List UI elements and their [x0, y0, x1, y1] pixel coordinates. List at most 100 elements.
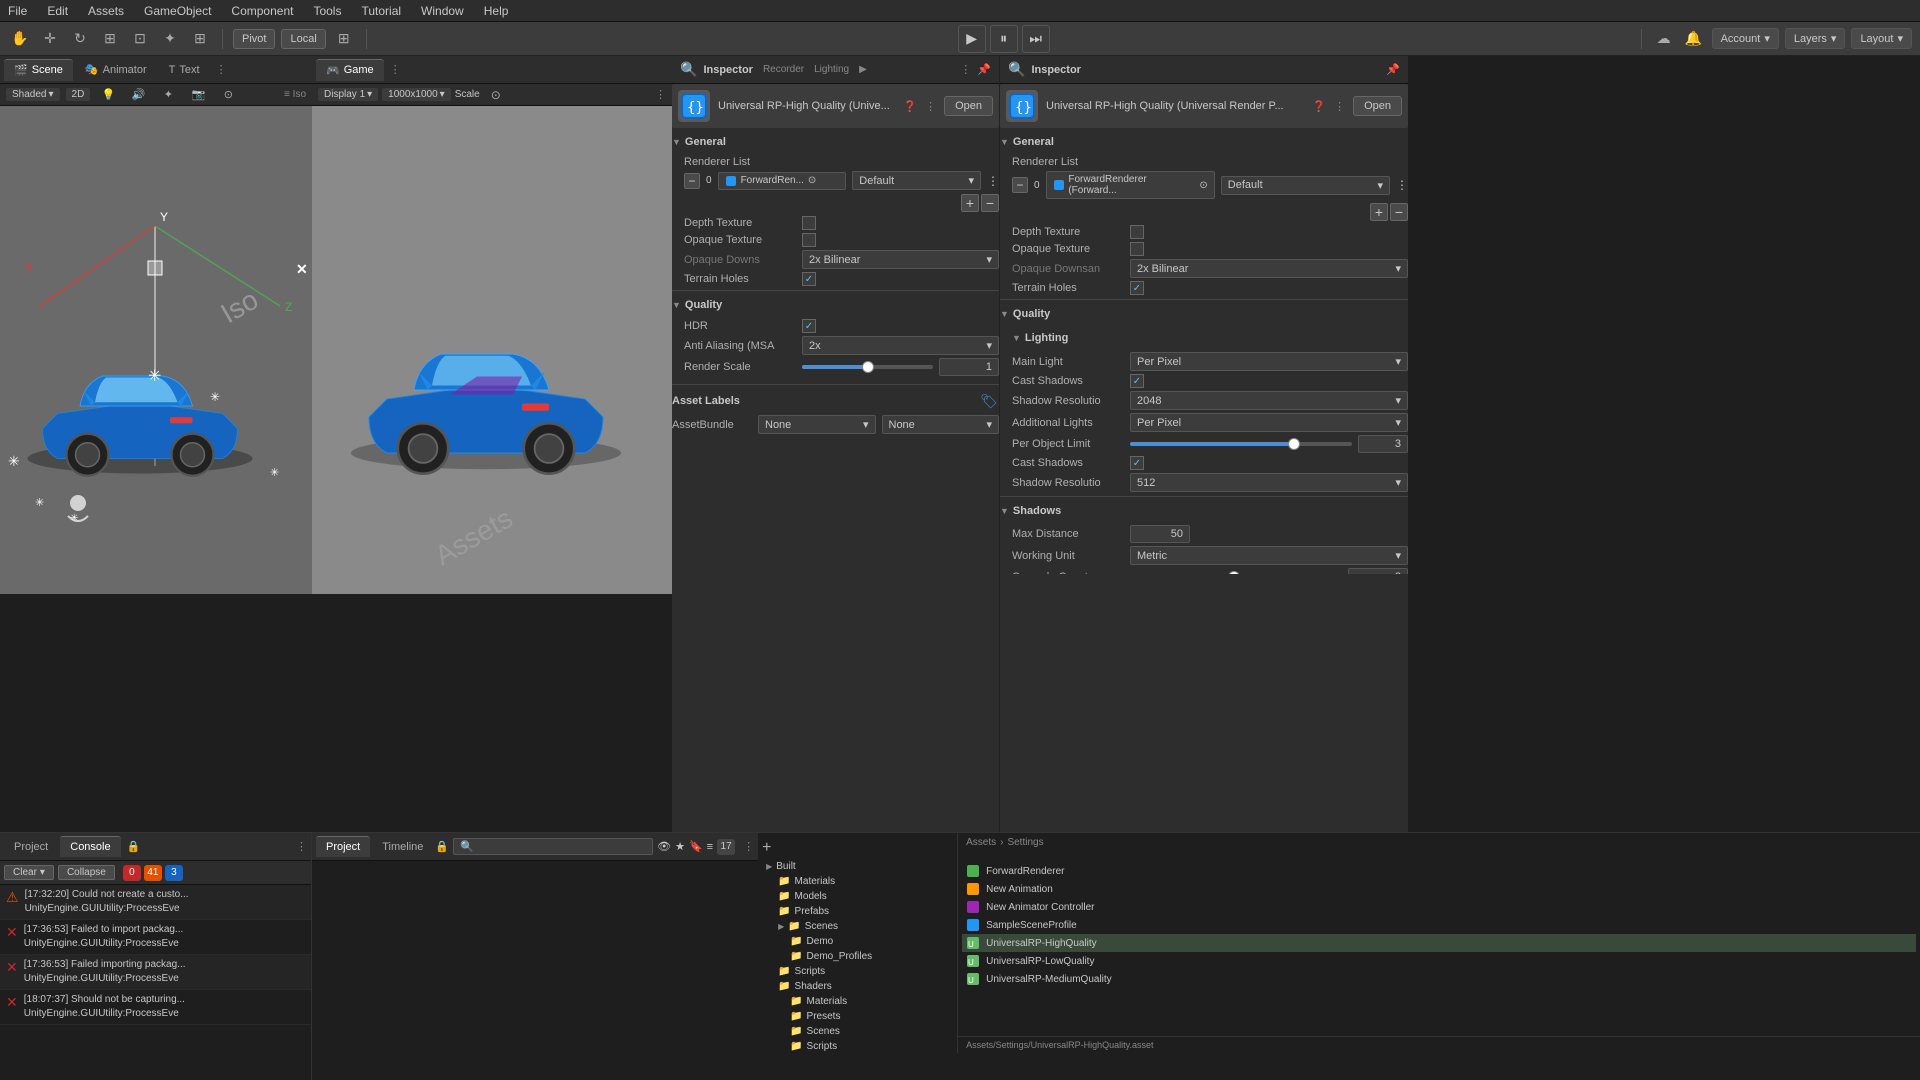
right-general-section[interactable]: ▼ General [1000, 132, 1408, 152]
step-button[interactable]: ⏭ [1022, 25, 1050, 53]
breadcrumb-assets[interactable]: Assets [966, 837, 996, 848]
tree-materials-2[interactable]: 📁 Materials [762, 994, 953, 1009]
left-quality-section[interactable]: ▼ Quality [672, 295, 999, 315]
game-more-icon[interactable]: ⋮ [390, 63, 401, 76]
menu-window[interactable]: Window [417, 2, 468, 20]
right-renderer-target-icon[interactable]: ⊙ [1199, 180, 1207, 191]
menu-file[interactable]: File [4, 2, 31, 20]
account-dropdown[interactable]: Account ▾ [1712, 28, 1779, 49]
left-renderer-minus[interactable]: − [684, 173, 700, 189]
eye-icon[interactable]: 👁 [657, 840, 671, 853]
right-cast-shadows2-checkbox[interactable] [1130, 456, 1144, 470]
gizmo-icon[interactable]: ⊙ [216, 83, 240, 107]
pin-icon[interactable]: 📌 [977, 63, 991, 76]
tab-console[interactable]: Console [60, 836, 120, 857]
list-icon[interactable]: ≡ [707, 841, 713, 853]
resolution-dropdown[interactable]: 1000x1000 ▾ [382, 88, 451, 101]
display-dropdown[interactable]: Display 1 ▾ [318, 88, 378, 101]
rect-tool-icon[interactable]: ⊡ [128, 27, 152, 51]
right-remove-renderer-button[interactable]: − [1390, 203, 1408, 221]
right-cascade-thumb[interactable] [1228, 571, 1240, 574]
left-general-section[interactable]: ▼ General [672, 132, 999, 152]
left-insp-more[interactable]: ⋮ [960, 63, 971, 76]
menu-edit[interactable]: Edit [43, 2, 72, 20]
collapse-button[interactable]: Collapse [58, 865, 115, 880]
left-open-button[interactable]: Open [944, 96, 993, 116]
rotate-tool-icon[interactable]: ↻ [68, 27, 92, 51]
fx-icon[interactable]: ✦ [156, 83, 180, 107]
right-terrain-holes-checkbox[interactable] [1130, 281, 1144, 295]
right-opaque-down-dropdown[interactable]: 2x Bilinear ▾ [1130, 259, 1408, 278]
collab-icon[interactable]: 🔔 [1682, 27, 1706, 51]
right-open-button[interactable]: Open [1353, 96, 1402, 116]
right-cast-shadows-checkbox[interactable] [1130, 374, 1144, 388]
left-hdr-checkbox[interactable] [802, 319, 816, 333]
right-per-object-value[interactable] [1358, 435, 1408, 453]
tree-scenes[interactable]: ▶ 📁 Scenes [762, 919, 953, 934]
pivot-button[interactable]: Pivot [233, 29, 275, 49]
tree-demo[interactable]: 📁 Demo [762, 934, 953, 949]
right-depth-texture-checkbox[interactable] [1130, 225, 1144, 239]
asset-item-1[interactable]: New Animation [962, 880, 1916, 898]
tree-scripts[interactable]: 📁 Scripts [762, 964, 953, 979]
asset-item-2[interactable]: New Animator Controller [962, 898, 1916, 916]
light-scene-icon[interactable]: 💡 [96, 83, 120, 107]
asset-item-5[interactable]: U UniversalRP-LowQuality [962, 952, 1916, 970]
tree-demo-profiles[interactable]: 📁 Demo_Profiles [762, 949, 953, 964]
left-render-scale-thumb[interactable] [862, 361, 874, 373]
asset-item-4[interactable]: U UniversalRP-HighQuality [962, 934, 1916, 952]
console-msg-1[interactable]: ✕ [17:36:53] Failed to import packag... … [0, 920, 311, 955]
tree-scripts-2[interactable]: 📁 Scripts [762, 1039, 953, 1053]
tab-project-main[interactable]: Project [316, 836, 370, 857]
right-working-unit-dropdown[interactable]: Metric ▾ [1130, 546, 1408, 565]
console-more-icon[interactable]: ⋮ [296, 840, 307, 853]
right-lighting-section[interactable]: ▼ Lighting [1000, 328, 1408, 348]
hand-tool-icon[interactable]: ✋ [8, 27, 32, 51]
right-per-object-slider[interactable] [1130, 442, 1352, 446]
tab-timeline[interactable]: Timeline [372, 837, 433, 857]
left-opaque-down-dropdown[interactable]: 2x Bilinear ▾ [802, 250, 999, 269]
menu-tools[interactable]: Tools [309, 2, 345, 20]
right-additional-lights-dropdown[interactable]: Per Pixel ▾ [1130, 413, 1408, 432]
clear-button[interactable]: Clear ▾ [4, 865, 54, 880]
layout-dropdown[interactable]: Layout ▾ [1851, 28, 1912, 49]
2d-button[interactable]: 2D [66, 88, 91, 101]
right-per-object-thumb[interactable] [1288, 438, 1300, 450]
right-renderer-default-dropdown[interactable]: Default ▾ [1221, 176, 1390, 195]
game-more-btn[interactable]: ⋮ [655, 88, 666, 101]
right-quality-section[interactable]: ▼ Quality [1000, 304, 1408, 324]
right-add-renderer-button[interactable]: + [1370, 203, 1388, 221]
menu-help[interactable]: Help [480, 2, 513, 20]
asset-item-6[interactable]: U UniversalRP-MediumQuality [962, 970, 1916, 988]
right-insp-more[interactable]: 📌 [1386, 63, 1400, 76]
right-renderer-field[interactable]: ForwardRenderer (Forward... ⊙ [1046, 171, 1215, 199]
tree-add-button[interactable]: + [762, 837, 953, 859]
left-renderer-menu-icon[interactable]: ⋮ [987, 174, 999, 188]
console-msg-3[interactable]: ✕ [18:07:37] Should not be capturing... … [0, 990, 311, 1025]
left-renderer-default-dropdown[interactable]: Default ▾ [852, 171, 981, 190]
scale-icon[interactable]: ⊙ [484, 83, 508, 107]
left-render-scale-slider[interactable] [802, 365, 933, 369]
asset-item-3[interactable]: SampleSceneProfile [962, 916, 1916, 934]
lighting-tab[interactable]: Lighting [814, 64, 849, 75]
right-shadow-res2-dropdown[interactable]: 512 ▾ [1130, 473, 1408, 492]
menu-gameobject[interactable]: GameObject [140, 2, 215, 20]
console-msg-2[interactable]: ✕ [17:36:53] Failed importing packag... … [0, 955, 311, 990]
pause-button[interactable]: ⏸ [990, 25, 1018, 53]
left-asset-bundle-dropdown[interactable]: None ▾ [758, 415, 876, 434]
scale-tool-icon[interactable]: ⊞ [98, 27, 122, 51]
left-remove-renderer-button[interactable]: − [981, 194, 999, 212]
menu-tutorial[interactable]: Tutorial [357, 2, 405, 20]
menu-assets[interactable]: Assets [84, 2, 128, 20]
bookmark-icon[interactable]: 🔖 [689, 840, 703, 853]
local-button[interactable]: Local [281, 29, 325, 49]
star-icon[interactable]: ★ [675, 840, 685, 853]
left-depth-texture-checkbox[interactable] [802, 216, 816, 230]
left-opaque-texture-checkbox[interactable] [802, 233, 816, 247]
move-tool-icon[interactable]: ✛ [38, 27, 62, 51]
tab-game[interactable]: 🎮 Game [316, 59, 384, 81]
audio-scene-icon[interactable]: 🔊 [126, 83, 150, 107]
custom-tool-icon[interactable]: ⊞ [188, 27, 212, 51]
project-more-icon[interactable]: ⋮ [743, 840, 754, 853]
tab-text[interactable]: T Text [159, 60, 210, 80]
